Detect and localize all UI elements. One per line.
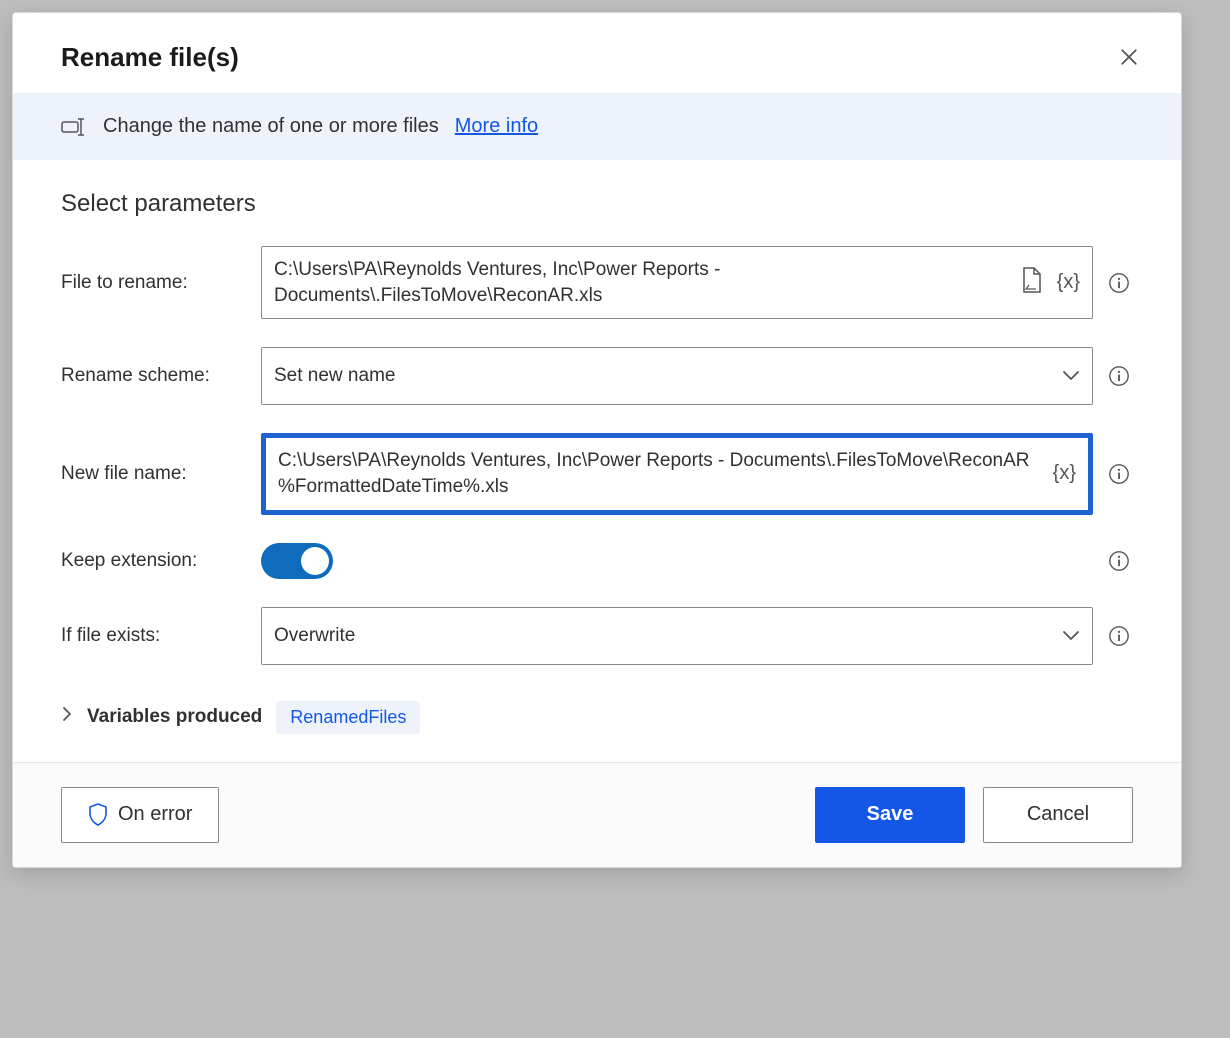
variable-icon[interactable]: {x} [1053,462,1076,485]
info-icon [1108,365,1130,387]
info-button-rename-scheme[interactable] [1105,362,1133,390]
chevron-down-icon [1062,370,1080,382]
label-rename-scheme: Rename scheme: [61,365,241,387]
rename-files-dialog: Rename file(s) Change the name of one or… [12,12,1182,868]
variable-icon[interactable]: {x} [1057,271,1080,294]
row-if-file-exists: If file exists: Overwrite [61,607,1133,665]
info-button-new-file-name[interactable] [1105,460,1133,488]
section-title: Select parameters [61,190,1133,218]
variable-chip-renamed-files[interactable]: RenamedFiles [276,701,420,734]
info-button-keep-extension[interactable] [1105,547,1133,575]
rename-scheme-select[interactable]: Set new name [261,347,1093,405]
banner-text: Change the name of one or more files [103,115,439,138]
if-file-exists-value: Overwrite [274,625,1052,647]
info-icon [1108,625,1130,647]
shield-icon [88,803,108,827]
new-file-name-value: C:\Users\PA\Reynolds Ventures, Inc\Power… [278,448,1043,499]
rename-scheme-value: Set new name [274,365,1052,387]
info-button-if-file-exists[interactable] [1105,622,1133,650]
close-icon [1120,48,1138,66]
row-rename-scheme: Rename scheme: Set new name [61,347,1133,405]
on-error-label: On error [118,803,192,826]
variables-produced-label: Variables produced [87,706,262,728]
new-file-name-input[interactable]: C:\Users\PA\Reynolds Ventures, Inc\Power… [261,433,1093,514]
info-icon [1108,463,1130,485]
info-icon [1108,550,1130,572]
save-label: Save [867,803,914,826]
label-if-file-exists: If file exists: [61,625,241,647]
cancel-button[interactable]: Cancel [983,787,1133,843]
file-to-rename-value: C:\Users\PA\Reynolds Ventures, Inc\Power… [274,257,1011,308]
chevron-right-icon [61,706,73,728]
chevron-down-icon [1062,630,1080,642]
row-file-to-rename: File to rename: C:\Users\PA\Reynolds Ven… [61,246,1133,319]
variables-produced-section[interactable]: Variables produced RenamedFiles [61,693,1133,754]
rename-icon [61,118,87,136]
keep-extension-toggle[interactable] [261,543,333,579]
description-banner: Change the name of one or more files Mor… [13,93,1181,160]
close-button[interactable] [1113,41,1145,73]
if-file-exists-select[interactable]: Overwrite [261,607,1093,665]
label-new-file-name: New file name: [61,463,241,485]
label-keep-extension: Keep extension: [61,550,241,572]
dialog-header: Rename file(s) [13,13,1181,93]
dialog-title: Rename file(s) [61,42,239,73]
more-info-link[interactable]: More info [455,115,538,138]
row-new-file-name: New file name: C:\Users\PA\Reynolds Vent… [61,433,1133,514]
row-keep-extension: Keep extension: [61,543,1133,579]
on-error-button[interactable]: On error [61,787,219,843]
file-to-rename-input[interactable]: C:\Users\PA\Reynolds Ventures, Inc\Power… [261,246,1093,319]
label-file-to-rename: File to rename: [61,272,241,294]
info-button-file-to-rename[interactable] [1105,269,1133,297]
dialog-footer: On error Save Cancel [13,762,1181,867]
cancel-label: Cancel [1027,803,1089,826]
save-button[interactable]: Save [815,787,965,843]
info-icon [1108,272,1130,294]
file-browse-icon[interactable] [1021,267,1043,299]
